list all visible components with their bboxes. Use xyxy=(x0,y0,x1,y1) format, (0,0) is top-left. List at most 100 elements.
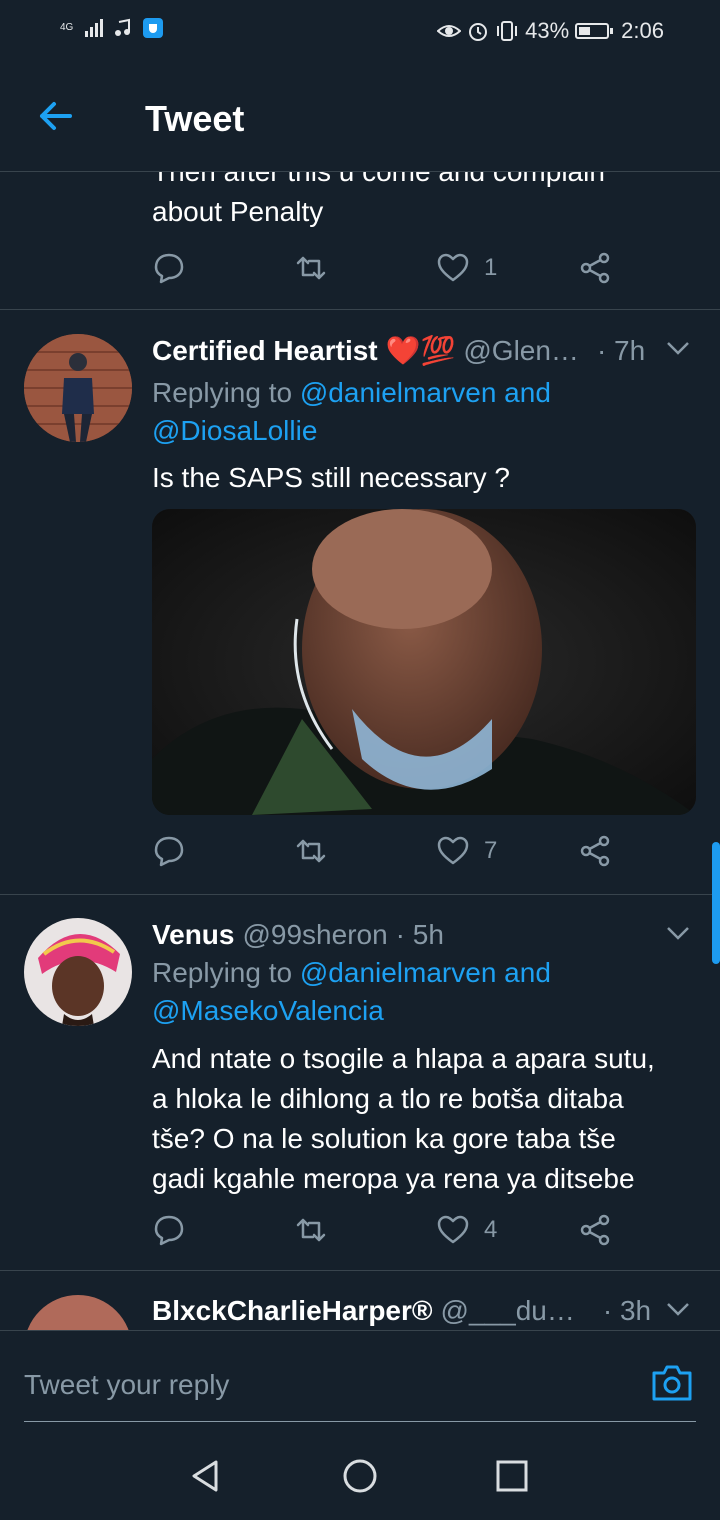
status-bar-left: 4G xyxy=(60,18,164,38)
network-type: 4G xyxy=(60,22,74,33)
clock: 2:06 xyxy=(621,18,664,43)
tweet-item[interactable]: Venus @99sheron · 5h Replying to @daniel… xyxy=(0,895,720,1271)
share-nodes-icon xyxy=(580,835,610,867)
speech-bubble-icon xyxy=(154,836,184,867)
reply-composer: Tweet your reply xyxy=(0,1330,720,1432)
share-button[interactable] xyxy=(578,250,612,286)
tweet-actions: 1 xyxy=(152,250,622,290)
tweet-time: · 5h xyxy=(395,919,444,950)
tweet-item[interactable]: Certified Heartist ❤️💯 @Glen… · 7h Reply… xyxy=(0,310,720,895)
tweet-header: Venus @99sheron · 5h xyxy=(152,919,700,951)
reply-input[interactable]: Tweet your reply xyxy=(24,1369,229,1401)
status-bar-right: 43% 2:06 xyxy=(437,18,664,44)
mention-link[interactable]: @MasekoValencia xyxy=(152,995,384,1026)
avatar-photo xyxy=(24,918,132,1026)
share-nodes-icon xyxy=(580,252,610,284)
replying-to: Replying to @danielmarven and @MasekoVal… xyxy=(152,954,700,1030)
arrow-left-icon[interactable] xyxy=(34,94,78,138)
tweet-actions: 4 xyxy=(152,1212,622,1252)
display-name[interactable]: Venus xyxy=(152,919,234,951)
like-count: 4 xyxy=(484,1216,498,1243)
retweet-button[interactable] xyxy=(294,250,328,286)
reply-button[interactable] xyxy=(152,833,186,869)
retweet-arrows-icon xyxy=(296,1218,326,1242)
top-app-bar: Tweet xyxy=(0,62,720,172)
tweet-text: Is the SAPS still necessary ? xyxy=(152,462,510,493)
avatar[interactable] xyxy=(24,918,132,1026)
reply-button[interactable] xyxy=(152,250,186,286)
share-nodes-icon xyxy=(580,1214,610,1246)
user-handle[interactable]: @___du… xyxy=(441,1295,575,1327)
tweet-text: And ntate o tsogile a hlapa a apara sutu… xyxy=(152,1039,700,1199)
alarm-icon xyxy=(469,23,488,41)
retweet-button[interactable] xyxy=(294,1212,328,1248)
system-navigation-bar xyxy=(0,1432,720,1520)
speech-bubble-icon xyxy=(154,1215,184,1246)
eye-icon xyxy=(437,25,462,37)
retweet-button[interactable] xyxy=(294,833,328,869)
shield-icon xyxy=(143,18,164,38)
like-count: 1 xyxy=(484,254,498,281)
display-name[interactable]: Certified Heartist xyxy=(152,335,378,367)
user-handle[interactable]: @99sheron xyxy=(242,919,387,951)
triangle-back-icon[interactable] xyxy=(186,1456,226,1496)
reply-button[interactable] xyxy=(152,1212,186,1248)
tweet-time: · 7h xyxy=(596,334,646,366)
like-button[interactable]: 1 xyxy=(436,250,497,286)
tweet-header: Certified Heartist ❤️💯 @Glen… · 7h xyxy=(152,334,700,367)
tweet-time: · 3h xyxy=(602,1295,652,1326)
replying-prefix: Replying to xyxy=(152,377,293,408)
tweet-actions: 7 xyxy=(152,833,622,873)
chevron-down-icon[interactable] xyxy=(666,1301,690,1317)
tweet-text-line: tše? O na le solution ka gore taba tše xyxy=(152,1123,616,1154)
signal-icon xyxy=(85,19,104,37)
page-title: Tweet xyxy=(145,98,245,139)
chevron-down-icon[interactable] xyxy=(666,925,690,941)
mention-link[interactable]: @danielmarven and xyxy=(300,377,551,408)
scrollbar[interactable] xyxy=(712,842,720,964)
heart-icon xyxy=(437,1215,469,1244)
retweet-arrows-icon xyxy=(296,839,326,863)
like-count: 7 xyxy=(484,837,498,864)
display-name[interactable]: BlxckCharlieHarper® xyxy=(152,1295,433,1327)
speech-bubble-icon xyxy=(154,253,184,284)
name-emoji: ❤️💯 xyxy=(385,335,456,366)
battery-percent: 43% xyxy=(525,18,570,43)
heart-icon xyxy=(437,836,469,865)
tweet-image[interactable] xyxy=(152,509,696,815)
tweet-item[interactable]: BlxckCharlieHarper® @___du… · 3h xyxy=(0,1271,720,1330)
square-recents-icon[interactable] xyxy=(492,1456,532,1496)
photo-portrait xyxy=(152,509,696,815)
heart-icon xyxy=(437,253,469,282)
replies-timeline[interactable]: Then after this u come and complain abou… xyxy=(0,172,720,1330)
input-underline xyxy=(24,1421,696,1422)
replying-to: Replying to @danielmarven and @DiosaLoll… xyxy=(152,374,700,450)
like-button[interactable]: 7 xyxy=(436,833,497,869)
mention-link[interactable]: @danielmarven and xyxy=(300,957,551,988)
avatar[interactable] xyxy=(24,334,132,442)
network-indicator: 4G xyxy=(60,23,73,33)
share-button[interactable] xyxy=(578,1212,612,1248)
battery-fill xyxy=(579,27,591,35)
chevron-down-icon[interactable] xyxy=(666,340,690,356)
tweet-text-line: gadi kgahle meropa ya rena ya ditsebe xyxy=(152,1163,635,1194)
tweet-text-line: And ntate o tsogile a hlapa a apara sutu… xyxy=(152,1043,655,1074)
circle-home-icon[interactable] xyxy=(340,1456,380,1496)
avatar-photo xyxy=(24,334,132,442)
music-notes-icon xyxy=(115,18,131,36)
tweet-header: BlxckCharlieHarper® @___du… · 3h xyxy=(152,1295,700,1327)
retweet-arrows-icon xyxy=(296,256,326,280)
battery-icon xyxy=(575,23,614,39)
mention-link[interactable]: @DiosaLollie xyxy=(152,415,317,446)
like-button[interactable]: 4 xyxy=(436,1212,497,1248)
vibrate-icon xyxy=(497,21,518,41)
tweet-item[interactable]: Then after this u come and complain abou… xyxy=(0,172,720,310)
tweet-text-line: Then after this u come and complain xyxy=(152,172,700,192)
avatar[interactable] xyxy=(24,1295,132,1330)
camera-icon[interactable] xyxy=(650,1361,694,1405)
tweet-text-line: a hloka le dihlong a tlo re botša ditaba xyxy=(152,1083,624,1114)
share-button[interactable] xyxy=(578,833,612,869)
status-bar: 4G 43% 2:06 xyxy=(0,0,720,62)
tweet-text: Then after this u come and complain abou… xyxy=(152,172,700,232)
user-handle[interactable]: @Glen… xyxy=(463,335,579,367)
